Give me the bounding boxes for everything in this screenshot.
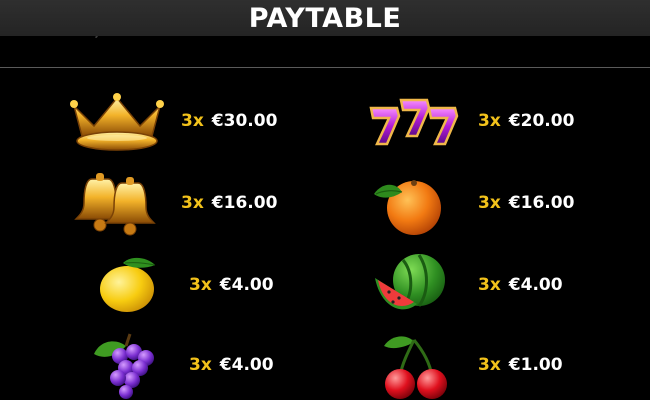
payout: €4.00 <box>219 275 274 295</box>
paytable-entry-orange: 3x €16.00 <box>478 193 574 213</box>
payout: €20.00 <box>508 111 575 131</box>
multiplier: 3x <box>478 111 501 131</box>
divider <box>0 67 650 68</box>
paytable-entry-cherries: 3x €1.00 <box>478 355 563 375</box>
paytable-entry-lemon: 3x €4.00 <box>189 275 274 295</box>
multiplier: 3x <box>478 275 501 295</box>
crown-icon <box>70 93 164 151</box>
payout: €16.00 <box>508 193 575 213</box>
multiplier: 3x <box>189 355 212 375</box>
paytable-entry-bells: 3x €16.00 <box>181 193 277 213</box>
multiplier: 3x <box>478 355 501 375</box>
paytable-entry-watermelon: 3x €4.00 <box>478 275 563 295</box>
paytable-header: PAYTABLE <box>0 0 650 36</box>
orange-icon <box>374 180 441 235</box>
payout: €4.00 <box>219 355 274 375</box>
multiplier: 3x <box>181 193 204 213</box>
multiplier: 3x <box>478 193 501 213</box>
payout: €1.00 <box>508 355 563 375</box>
multiplier: 3x <box>181 111 204 131</box>
payout: €4.00 <box>508 275 563 295</box>
bells-icon <box>74 173 156 236</box>
grapes-icon <box>94 333 154 399</box>
multiplier: 3x <box>189 275 212 295</box>
paytable-entry-grapes: 3x €4.00 <box>189 355 274 375</box>
paytable-entry-crown: 3x €30.00 <box>181 111 277 131</box>
lemon-icon <box>100 257 156 312</box>
payout: €16.00 <box>211 193 278 213</box>
paytable-entry-sevens: 3x €20.00 <box>478 111 574 131</box>
payout: €30.00 <box>211 111 278 131</box>
sevens-icon <box>369 98 459 146</box>
watermelon-icon <box>375 254 445 310</box>
cherries-icon <box>384 336 447 399</box>
page-title: PAYTABLE <box>248 2 402 34</box>
